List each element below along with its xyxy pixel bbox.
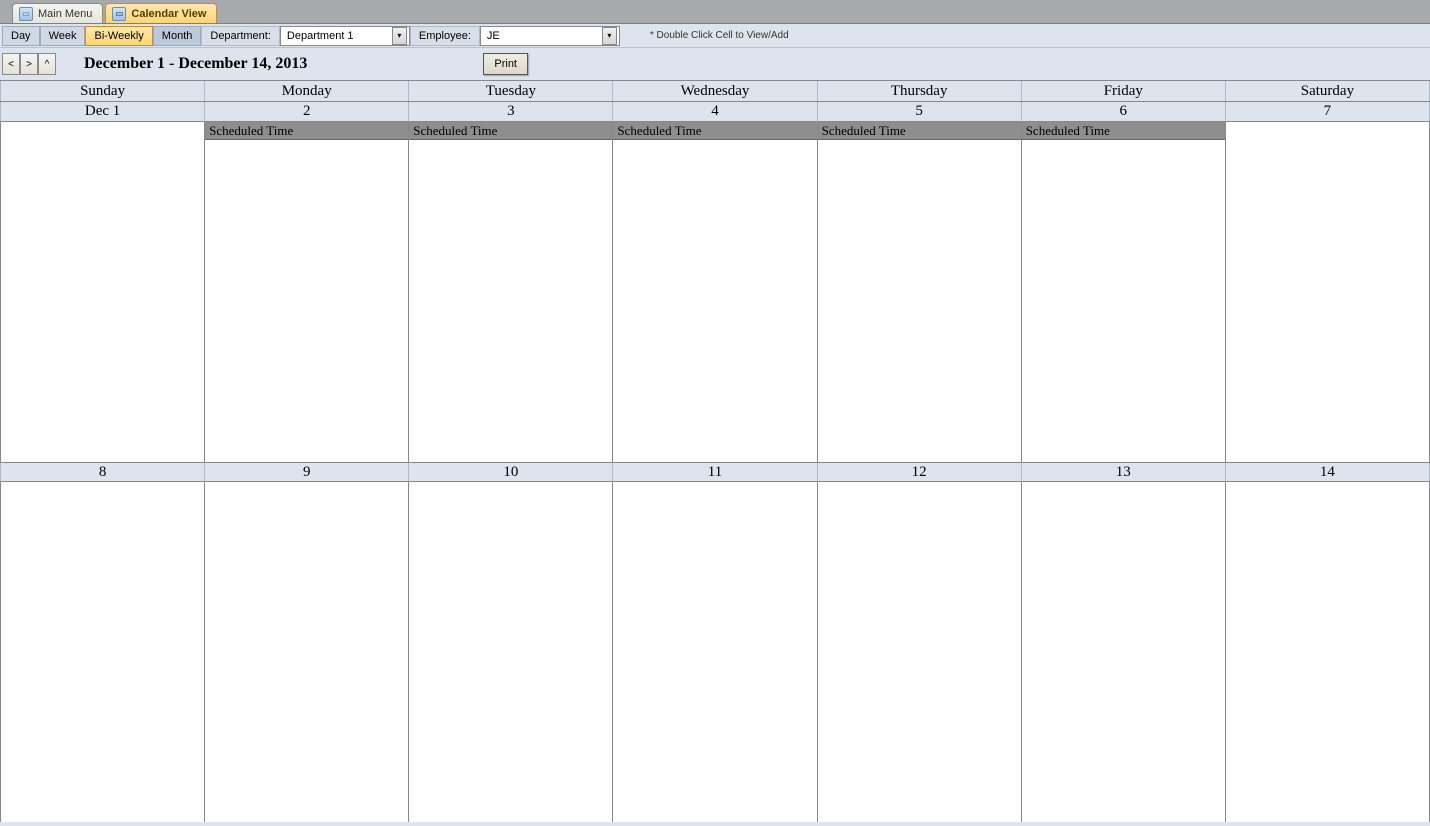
- day-cell[interactable]: [409, 140, 612, 462]
- tab-bar: ▭ Main Menu ▭ Calendar View: [0, 0, 1430, 23]
- date-cell: 5: [818, 102, 1022, 122]
- week1-body: Scheduled Time Scheduled Time Scheduled …: [0, 122, 1430, 462]
- date-cell: 4: [613, 102, 817, 122]
- date-cell: 2: [205, 102, 409, 122]
- day-header-thursday: Thursday: [818, 81, 1022, 101]
- tab-label: Main Menu: [38, 8, 92, 20]
- day-column: [1022, 482, 1226, 822]
- date-cell: 14: [1226, 463, 1430, 482]
- day-header-wednesday: Wednesday: [613, 81, 817, 101]
- day-column: [613, 482, 817, 822]
- nav-buttons: < > ^: [2, 53, 56, 75]
- day-column: [205, 482, 409, 822]
- day-cell[interactable]: [1022, 140, 1225, 462]
- day-header-friday: Friday: [1022, 81, 1226, 101]
- day-column: [409, 482, 613, 822]
- date-cell: 13: [1022, 463, 1226, 482]
- date-cell: 11: [613, 463, 817, 482]
- day-cell[interactable]: [818, 482, 1021, 822]
- view-toolbar: Day Week Bi-Weekly Month Department: Dep…: [0, 24, 1430, 48]
- day-cell[interactable]: [818, 140, 1021, 462]
- nav-row: < > ^ December 1 - December 14, 2013 Pri…: [0, 48, 1430, 80]
- day-cell[interactable]: [205, 140, 408, 462]
- day-cell[interactable]: [613, 140, 816, 462]
- department-label: Department:: [201, 26, 280, 46]
- date-cell: 3: [409, 102, 613, 122]
- department-value: Department 1: [287, 30, 354, 42]
- chevron-down-icon: ▾: [602, 27, 617, 45]
- prev-button[interactable]: <: [2, 53, 20, 75]
- content-panel: Day Week Bi-Weekly Month Department: Dep…: [0, 23, 1430, 826]
- day-headers: Sunday Monday Tuesday Wednesday Thursday…: [0, 80, 1430, 102]
- employee-label: Employee:: [410, 26, 480, 46]
- next-button[interactable]: >: [20, 53, 38, 75]
- day-column: Scheduled Time: [818, 122, 1022, 462]
- tab-main-menu[interactable]: ▭ Main Menu: [12, 3, 103, 23]
- day-cell[interactable]: [409, 482, 612, 822]
- day-header-sunday: Sunday: [0, 81, 205, 101]
- scheduled-time-header: Scheduled Time: [613, 122, 816, 140]
- print-button[interactable]: Print: [483, 53, 528, 75]
- scheduled-time-header: Scheduled Time: [1022, 122, 1225, 140]
- scheduled-time-header: Scheduled Time: [818, 122, 1021, 140]
- employee-select[interactable]: JE ▾: [480, 26, 620, 46]
- day-cell[interactable]: [1226, 482, 1429, 822]
- week2-body: [0, 482, 1430, 822]
- day-column: Scheduled Time: [1022, 122, 1226, 462]
- scheduled-time-header: Scheduled Time: [409, 122, 612, 140]
- day-header-tuesday: Tuesday: [409, 81, 613, 101]
- day-column: [0, 482, 205, 822]
- day-column: [0, 122, 205, 462]
- view-month-button[interactable]: Month: [153, 26, 202, 46]
- tab-calendar-view[interactable]: ▭ Calendar View: [105, 3, 217, 23]
- day-column: Scheduled Time: [205, 122, 409, 462]
- date-cell: 12: [818, 463, 1022, 482]
- day-column: Scheduled Time: [409, 122, 613, 462]
- date-cell: Dec 1: [0, 102, 205, 122]
- day-column: [818, 482, 1022, 822]
- up-button[interactable]: ^: [38, 53, 56, 75]
- chevron-down-icon: ▾: [392, 27, 407, 45]
- tab-label: Calendar View: [131, 8, 206, 20]
- view-day-button[interactable]: Day: [2, 26, 40, 46]
- week1-dates: Dec 1 2 3 4 5 6 7: [0, 102, 1430, 122]
- day-column: Scheduled Time: [613, 122, 817, 462]
- day-header-saturday: Saturday: [1226, 81, 1430, 101]
- day-cell[interactable]: [1022, 482, 1225, 822]
- day-column: [1226, 482, 1430, 822]
- form-icon: ▭: [112, 7, 126, 21]
- day-column: [1226, 122, 1430, 462]
- employee-value: JE: [487, 30, 500, 42]
- date-cell: 10: [409, 463, 613, 482]
- date-cell: 9: [205, 463, 409, 482]
- week2-dates: 8 9 10 11 12 13 14: [0, 462, 1430, 482]
- date-range: December 1 - December 14, 2013: [84, 55, 307, 73]
- form-icon: ▭: [19, 7, 33, 21]
- day-cell[interactable]: [613, 482, 816, 822]
- date-cell: 8: [0, 463, 205, 482]
- view-week-button[interactable]: Week: [40, 26, 86, 46]
- day-cell[interactable]: [205, 482, 408, 822]
- department-select[interactable]: Department 1 ▾: [280, 26, 410, 46]
- scheduled-time-header: Scheduled Time: [205, 122, 408, 140]
- view-biweekly-button[interactable]: Bi-Weekly: [85, 26, 152, 46]
- day-cell[interactable]: [1226, 122, 1429, 462]
- day-header-monday: Monday: [205, 81, 409, 101]
- date-cell: 6: [1022, 102, 1226, 122]
- day-cell[interactable]: [1, 122, 204, 462]
- date-cell: 7: [1226, 102, 1430, 122]
- day-cell[interactable]: [1, 482, 204, 822]
- hint-text: * Double Click Cell to View/Add: [650, 30, 789, 41]
